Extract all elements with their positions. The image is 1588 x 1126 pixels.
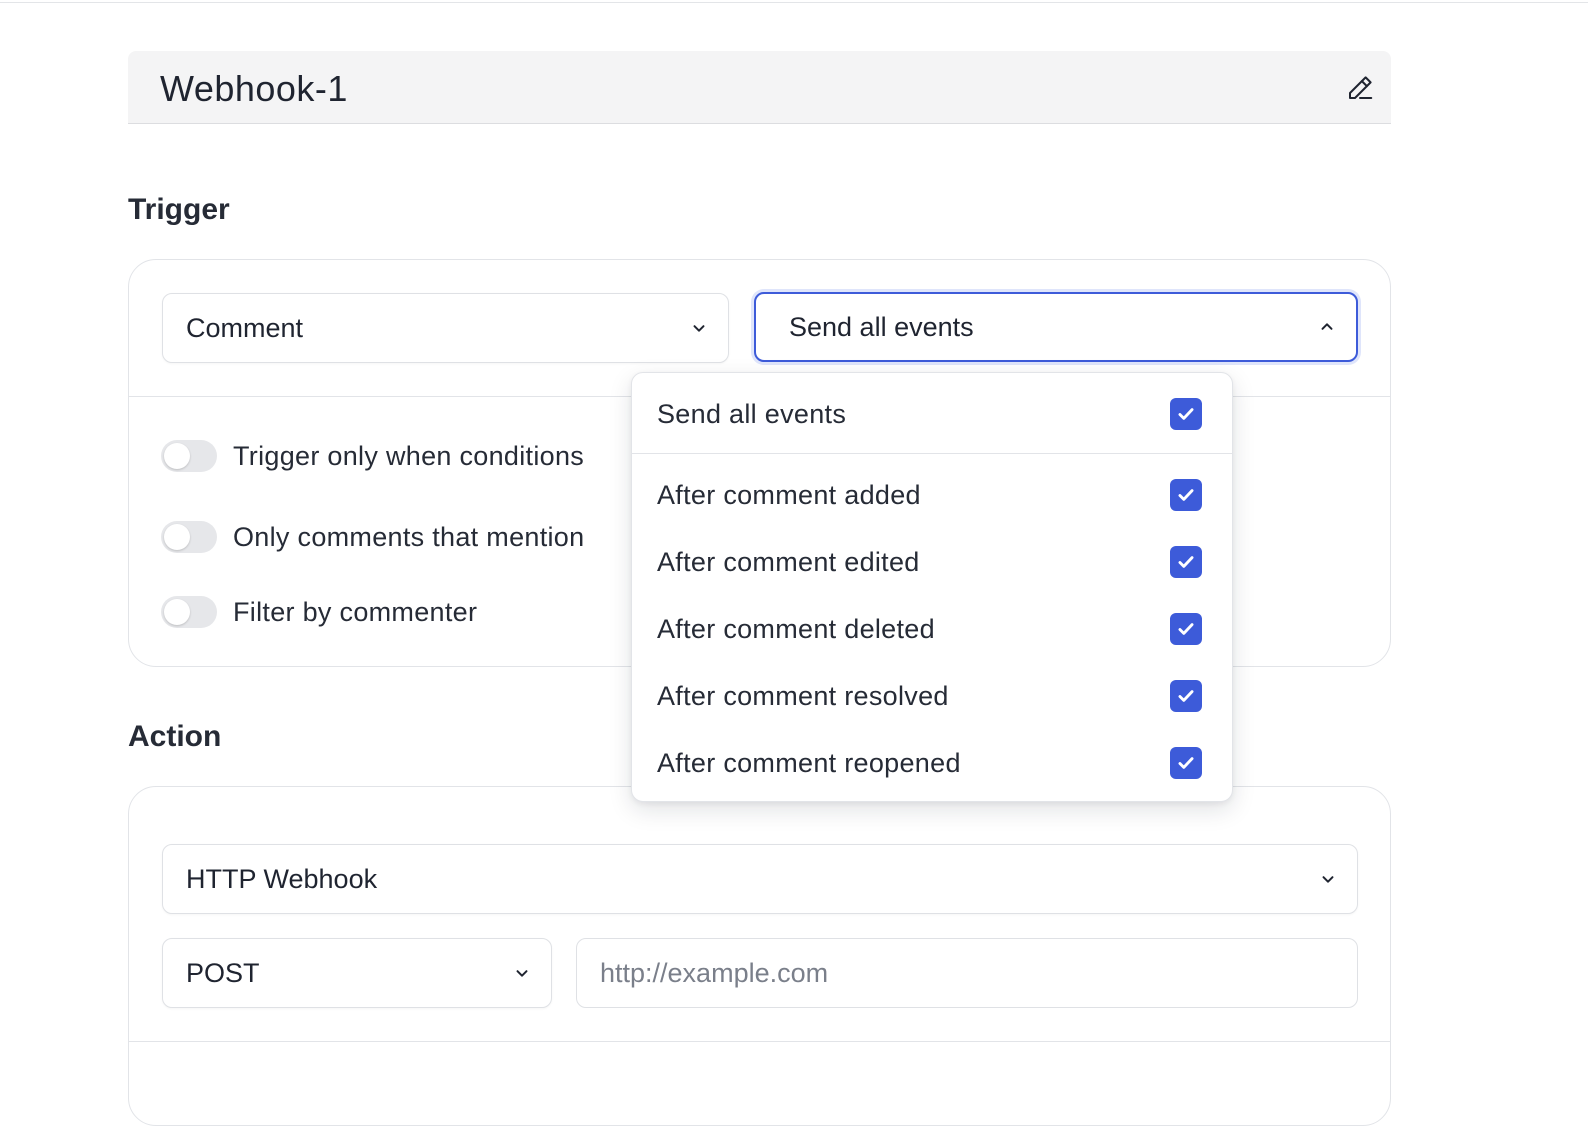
menu-item-comment-reopened[interactable]: After comment reopened [632, 735, 1232, 791]
checkmark-icon [1178, 623, 1194, 635]
checkmark-icon [1178, 489, 1194, 501]
checkmark-icon [1178, 408, 1194, 420]
commenter-toggle[interactable] [161, 596, 217, 628]
checkbox-checked[interactable] [1170, 613, 1202, 645]
webhook-title-bar: Webhook-1 [128, 51, 1391, 124]
action-heading: Action [128, 720, 222, 753]
checkbox-checked[interactable] [1170, 546, 1202, 578]
resource-select-value: Comment [186, 312, 304, 343]
webhook-title[interactable]: Webhook-1 [160, 68, 348, 110]
menu-item-send-all[interactable]: Send all events [632, 386, 1232, 442]
menu-item-comment-edited[interactable]: After comment edited [632, 534, 1232, 590]
mention-toggle-label: Only comments that mention [233, 521, 585, 552]
checkbox-checked[interactable] [1170, 680, 1202, 712]
menu-item-comment-deleted[interactable]: After comment deleted [632, 601, 1232, 657]
toggle-knob [164, 599, 190, 625]
conditions-toggle-label: Trigger only when conditions [233, 440, 585, 471]
menu-item-label: After comment deleted [657, 613, 935, 644]
menu-item-label: After comment reopened [657, 747, 961, 778]
toggle-row-mention: Only comments that mention [161, 521, 584, 553]
events-select-value: Send all events [789, 311, 974, 342]
commenter-toggle-label: Filter by commenter [233, 596, 478, 627]
menu-item-label: After comment edited [657, 546, 920, 577]
toggle-knob [164, 524, 190, 550]
checkmark-icon [1178, 757, 1194, 769]
chevron-down-icon [1322, 876, 1334, 883]
action-card: HTTP Webhook POST [128, 786, 1391, 1126]
mention-toggle[interactable] [161, 521, 217, 553]
checkmark-icon [1178, 556, 1194, 568]
checkbox-checked[interactable] [1170, 479, 1202, 511]
checkbox-checked[interactable] [1170, 747, 1202, 779]
action-type-value: HTTP Webhook [186, 863, 378, 894]
events-select[interactable]: Send all events [754, 292, 1358, 362]
toggle-knob [164, 443, 190, 469]
chevron-down-icon [516, 970, 528, 977]
url-input[interactable] [576, 938, 1358, 1008]
chevron-down-icon [693, 325, 705, 332]
http-method-value: POST [186, 957, 260, 988]
top-divider [0, 2, 1588, 3]
checkbox-checked[interactable] [1170, 398, 1202, 430]
edit-title-button[interactable] [1343, 71, 1377, 105]
menu-item-label: Send all events [657, 398, 847, 429]
menu-item-label: After comment added [657, 479, 921, 510]
chevron-up-icon [1321, 323, 1333, 330]
menu-item-label: After comment resolved [657, 680, 949, 711]
action-divider [129, 1041, 1390, 1042]
toggle-row-conditions: Trigger only when conditions [161, 440, 584, 472]
resource-select[interactable]: Comment [162, 293, 729, 363]
pencil-icon [1349, 76, 1373, 99]
trigger-heading: Trigger [128, 193, 230, 226]
conditions-toggle[interactable] [161, 440, 217, 472]
toggle-row-commenter: Filter by commenter [161, 596, 477, 628]
menu-item-comment-added[interactable]: After comment added [632, 467, 1232, 523]
events-dropdown-menu: Send all events After comment added Afte… [631, 372, 1233, 802]
checkmark-icon [1178, 690, 1194, 702]
menu-separator [632, 453, 1232, 454]
action-type-select[interactable]: HTTP Webhook [162, 844, 1358, 914]
menu-item-comment-resolved[interactable]: After comment resolved [632, 668, 1232, 724]
http-method-select[interactable]: POST [162, 938, 552, 1008]
